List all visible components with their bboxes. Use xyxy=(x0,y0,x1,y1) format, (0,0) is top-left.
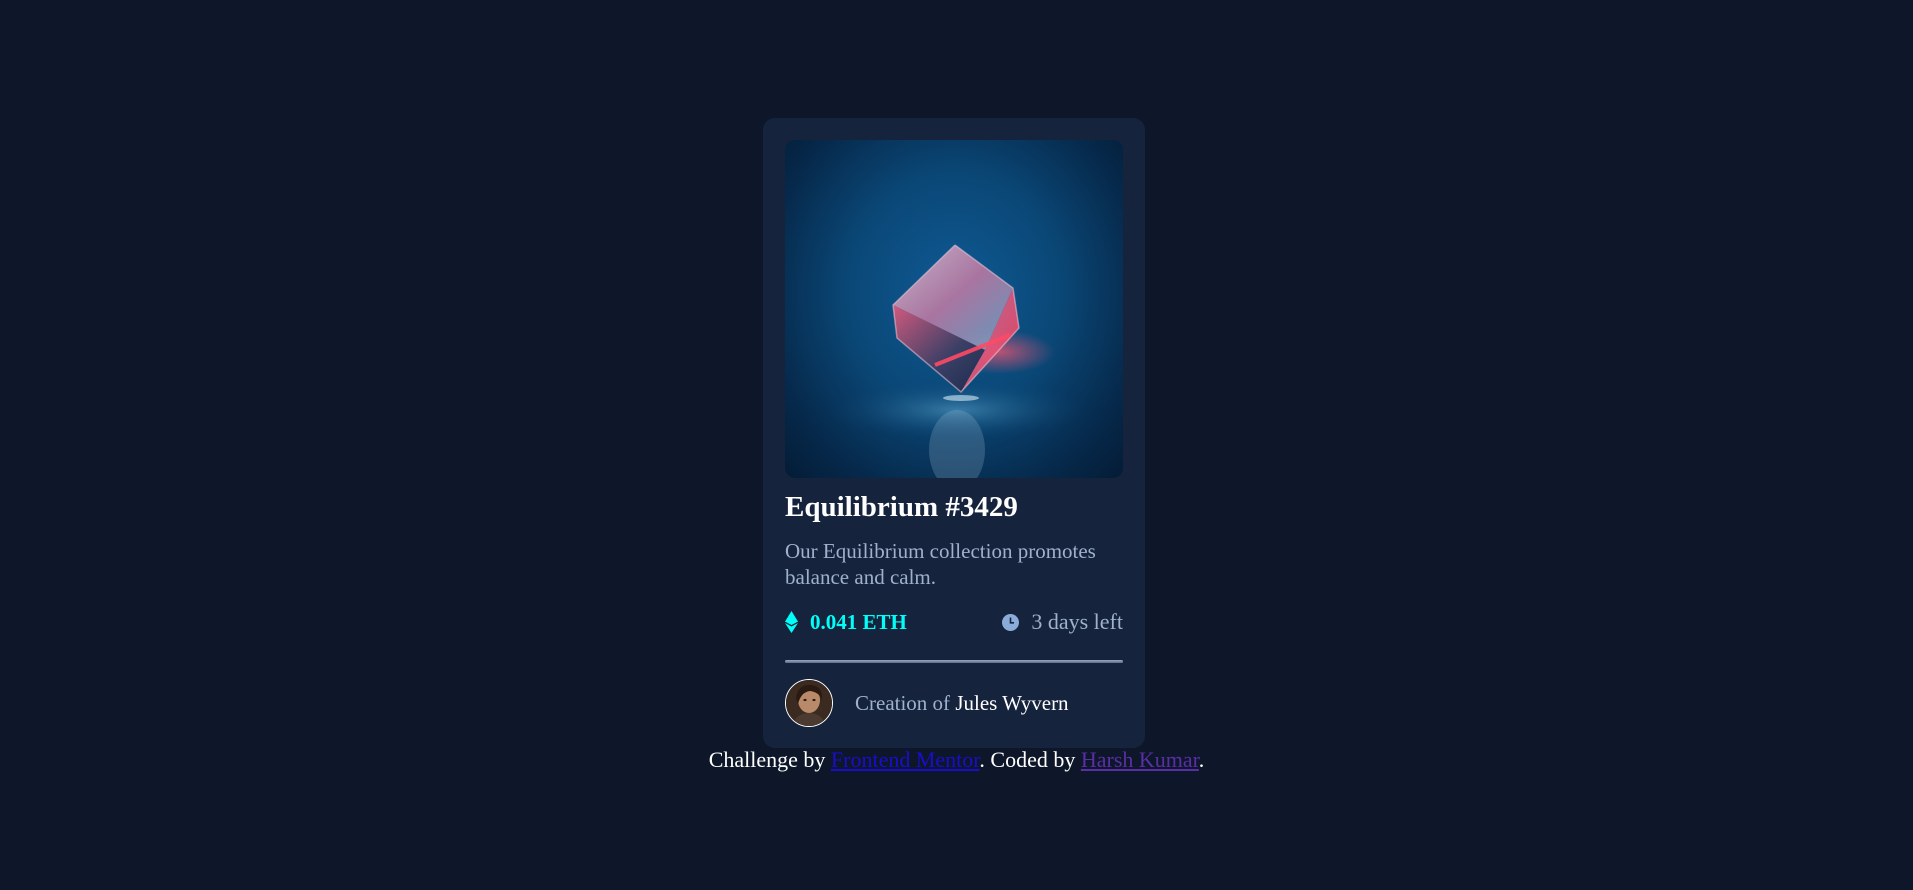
avatar xyxy=(785,679,833,727)
cube-artwork xyxy=(827,244,1087,478)
nft-title[interactable]: Equilibrium #3429 xyxy=(785,490,1123,524)
nft-description: Our Equilibrium collection promotes bala… xyxy=(785,539,1096,589)
creator-text: Creation of Jules Wyvern xyxy=(855,691,1069,716)
nft-image[interactable] xyxy=(785,140,1123,478)
ethereum-icon xyxy=(785,611,798,633)
creator-prefix: Creation of xyxy=(855,690,951,715)
frontend-mentor-link[interactable]: Frontend Mentor xyxy=(831,747,980,772)
author-link[interactable]: Harsh Kumar xyxy=(1081,747,1199,772)
clock-icon xyxy=(1002,613,1020,631)
nft-card: Equilibrium #3429 Our Equilibrium collec… xyxy=(763,118,1145,748)
creator-name-link[interactable]: Jules Wyvern xyxy=(955,691,1068,715)
nft-meta: 0.041 ETH 3 days left xyxy=(785,608,1123,636)
price-value: 0.041 ETH xyxy=(810,609,907,634)
attribution-footer: Challenge by Frontend Mentor. Coded by H… xyxy=(0,747,1913,773)
time-row: 3 days left xyxy=(1002,609,1123,635)
time-left: 3 days left xyxy=(1031,609,1123,634)
creator-row: Creation of Jules Wyvern xyxy=(785,679,1123,727)
attribution-suffix: . xyxy=(1198,747,1205,772)
divider xyxy=(785,660,1123,663)
attribution-middle: . Coded by xyxy=(979,747,1076,772)
attribution-prefix: Challenge by xyxy=(708,747,826,772)
price-row: 0.041 ETH xyxy=(785,610,907,635)
